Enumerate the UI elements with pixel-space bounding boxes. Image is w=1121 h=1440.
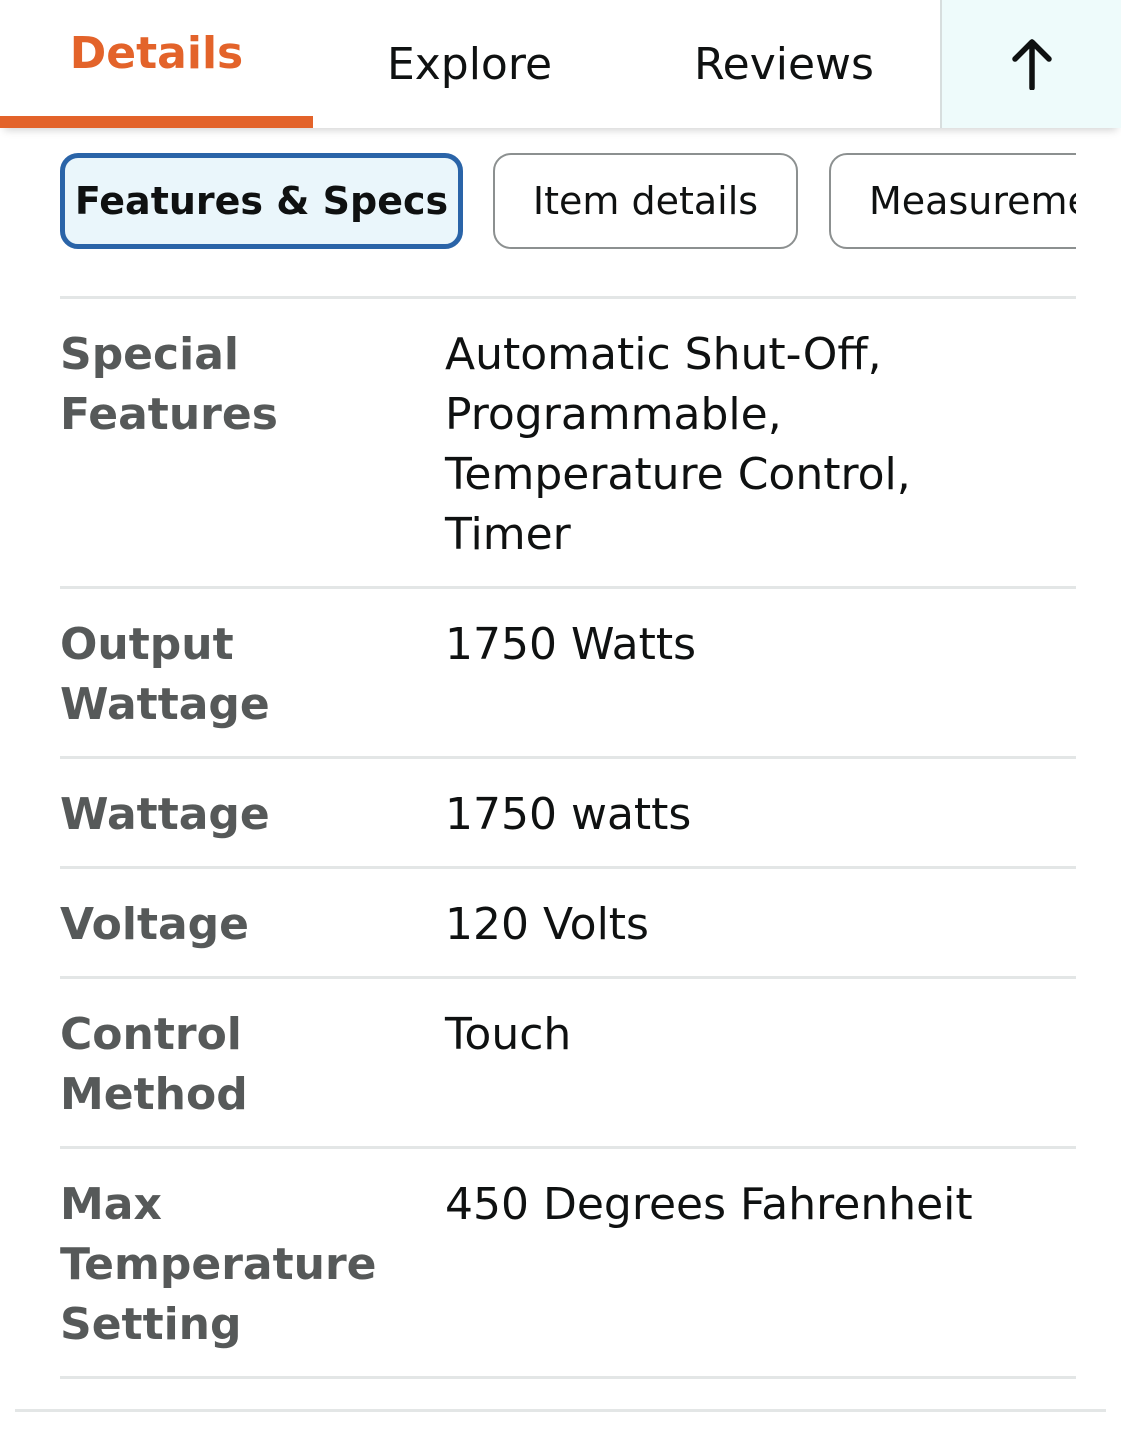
spec-value: 1750 Watts bbox=[445, 619, 697, 670]
tab-reviews[interactable]: Reviews bbox=[626, 0, 942, 128]
spec-label: Max Temperature Setting bbox=[60, 1179, 377, 1350]
spec-value: 120 Volts bbox=[445, 899, 649, 950]
tab-reviews-label: Reviews bbox=[694, 38, 874, 90]
section-divider bbox=[15, 1409, 1106, 1412]
spec-row-max-temperature: Max Temperature Setting 450 Degrees Fahr… bbox=[60, 1149, 1076, 1379]
active-tab-indicator bbox=[0, 116, 313, 128]
spec-row-special-features: Special Features Automatic Shut-Off, Pro… bbox=[60, 299, 1076, 589]
chip-measurements-label: Measurements bbox=[869, 179, 1076, 223]
spec-row-control-method: Control Method Touch bbox=[60, 979, 1076, 1149]
tab-details[interactable]: Details bbox=[0, 0, 313, 128]
tab-explore[interactable]: Explore bbox=[313, 0, 626, 128]
back-to-top-button[interactable] bbox=[940, 0, 1121, 128]
spec-value: 1750 watts bbox=[445, 789, 692, 840]
spec-label: Output Wattage bbox=[60, 619, 270, 730]
tab-explore-label: Explore bbox=[386, 38, 553, 90]
spec-value: Touch bbox=[445, 1009, 572, 1060]
spec-label: Wattage bbox=[60, 789, 270, 840]
spec-row-wattage: Wattage 1750 watts bbox=[60, 759, 1076, 869]
chip-item-details-label: Item details bbox=[532, 179, 759, 223]
spec-category-chips: Features & Specs Item details Measuremen… bbox=[60, 153, 1076, 251]
chip-features-specs-label: Features & Specs bbox=[74, 179, 449, 223]
tab-details-label: Details bbox=[69, 28, 244, 79]
chip-item-details[interactable]: Item details bbox=[493, 153, 798, 249]
chip-features-specs[interactable]: Features & Specs bbox=[60, 153, 463, 249]
chip-measurements[interactable]: Measurements bbox=[829, 153, 1076, 249]
spec-row-voltage: Voltage 120 Volts bbox=[60, 869, 1076, 979]
spec-value: 450 Degrees Fahrenheit bbox=[445, 1179, 973, 1230]
spec-label: Voltage bbox=[60, 899, 250, 950]
spec-value: Automatic Shut-Off, Programmable, Temper… bbox=[445, 329, 911, 560]
spec-row-output-wattage: Output Wattage 1750 Watts bbox=[60, 589, 1076, 759]
arrow-up-icon bbox=[1011, 39, 1052, 90]
specs-table: Special Features Automatic Shut-Off, Pro… bbox=[60, 296, 1076, 1379]
spec-label: Special Features bbox=[60, 329, 278, 440]
spec-label: Control Method bbox=[60, 1009, 248, 1120]
section-tab-bar: Details Explore Reviews bbox=[0, 0, 1121, 128]
